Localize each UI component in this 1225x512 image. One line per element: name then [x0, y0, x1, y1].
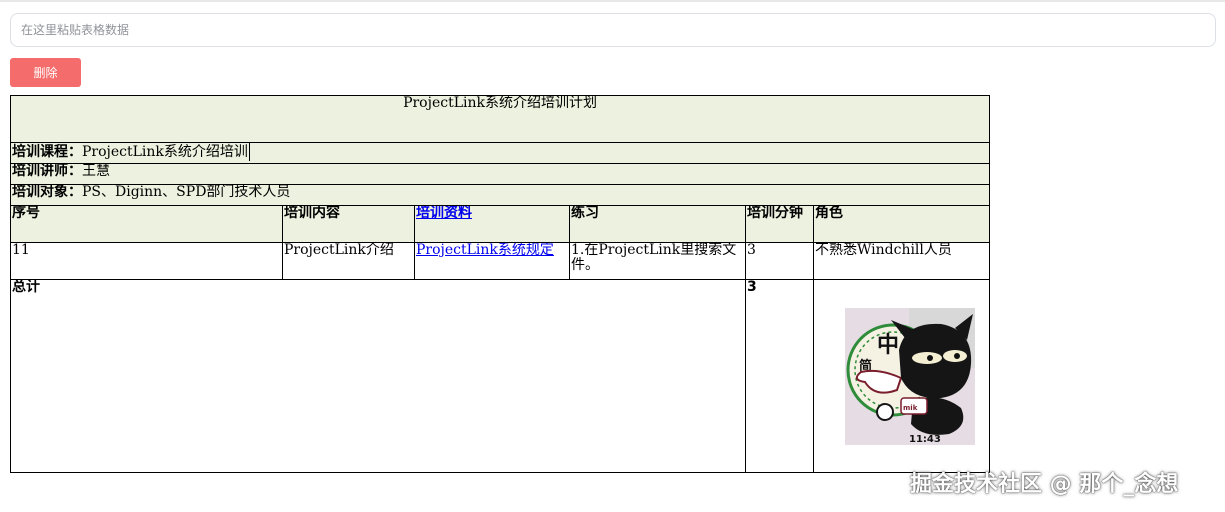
lecturer-label: 培训讲师： [12, 163, 82, 179]
table-title: ProjectLink系统介绍培训计划 [9, 95, 991, 143]
total-row: 总计 3 中 简 mik 11:43 [10, 279, 991, 473]
header-row: 序号 培训内容 培训资料 练习 培训分钟 角色 [10, 205, 991, 243]
table-row: 11 ProjectLink介绍 ProjectLink系统规定 1.在Proj… [10, 242, 991, 280]
cell-no[interactable]: 11 [10, 242, 283, 280]
total-label: 总计 [10, 279, 746, 473]
audience-row: 培训对象：PS、Diginn、SPD部门技术人员 [9, 184, 991, 206]
course-row: 培训课程：ProjectLink系统介绍培训 [9, 142, 991, 164]
course-value: ProjectLink系统介绍培训 [82, 144, 248, 160]
delete-button[interactable]: 删除 [10, 58, 81, 87]
header-content: 培训内容 [282, 205, 415, 243]
header-no: 序号 [10, 205, 283, 243]
cell-material: ProjectLink系统规定 [414, 242, 570, 280]
header-material-link[interactable]: 培训资料 [416, 207, 472, 222]
watermark: 掘金技术社区 @ 那个_念想 [910, 472, 1179, 497]
course-cell[interactable]: 培训课程：ProjectLink系统介绍培训 [9, 142, 991, 164]
lecturer-cell[interactable]: 培训讲师：王慧 [9, 163, 991, 185]
top-divider [0, 0, 1225, 2]
cell-minutes[interactable]: 3 [745, 242, 814, 280]
lecturer-value: 王慧 [82, 163, 110, 179]
lecturer-row: 培训讲师：王慧 [9, 163, 991, 185]
cell-role[interactable]: 不熟悉Windchill人员 [812, 242, 991, 280]
sticker-big-char: 中 [877, 332, 899, 358]
course-label: 培训课程： [12, 144, 82, 160]
sticker-image: 中 简 mik 11:43 [845, 308, 975, 445]
sticker-time: 11:43 [909, 434, 941, 445]
header-role: 角色 [812, 205, 991, 243]
audience-label: 培训对象： [12, 184, 82, 200]
material-link[interactable]: ProjectLink系统规定 [416, 244, 554, 259]
header-minutes: 培训分钟 [745, 205, 814, 243]
audience-cell[interactable]: 培训对象：PS、Diginn、SPD部门技术人员 [9, 184, 991, 206]
training-plan-table: ProjectLink系统介绍培训计划 培训课程：ProjectLink系统介绍… [9, 95, 991, 473]
total-minutes: 3 [745, 279, 814, 473]
sticker-mark: mik [903, 404, 918, 412]
header-material: 培训资料 [414, 205, 570, 243]
header-exercise: 练习 [569, 205, 746, 243]
paste-table-input[interactable] [10, 13, 1216, 47]
audience-value: PS、Diginn、SPD部门技术人员 [82, 184, 291, 200]
text-cursor [248, 143, 250, 161]
cell-content[interactable]: ProjectLink介绍 [282, 242, 415, 280]
image-cell: 中 简 mik 11:43 [812, 279, 991, 473]
title-row: ProjectLink系统介绍培训计划 [9, 95, 991, 143]
cell-exercise[interactable]: 1.在ProjectLink里搜索文件。 [569, 242, 746, 280]
